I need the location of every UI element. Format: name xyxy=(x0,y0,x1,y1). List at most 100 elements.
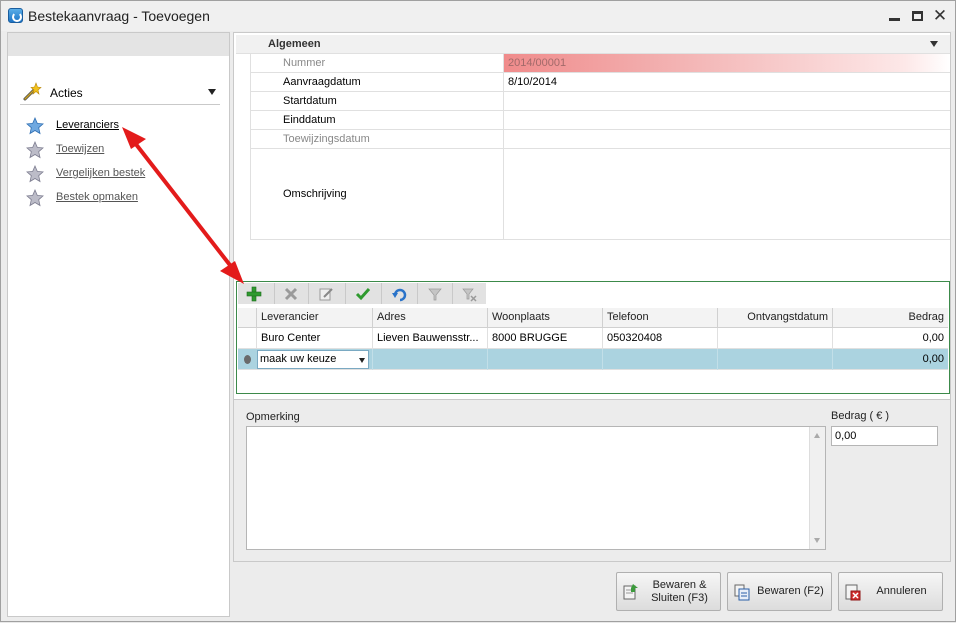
save-close-icon xyxy=(623,584,638,600)
remark-label: Opmerking xyxy=(246,411,300,423)
undo-icon xyxy=(392,288,407,302)
cell-adres[interactable] xyxy=(372,349,487,370)
star-icon xyxy=(26,189,44,207)
prop-label: Einddatum xyxy=(250,111,504,129)
scroll-up-icon[interactable] xyxy=(814,433,820,438)
app-icon xyxy=(8,8,23,23)
column-header-leverancier[interactable]: Leverancier xyxy=(256,308,372,328)
cell-leverancier[interactable]: Buro Center xyxy=(256,328,372,349)
close-button[interactable]: ✕ xyxy=(931,7,949,25)
row-edit-indicator-icon xyxy=(244,355,251,364)
einddatum-field[interactable] xyxy=(504,111,950,129)
filter-clear-icon xyxy=(462,288,477,302)
prop-row-einddatum[interactable]: Einddatum xyxy=(250,111,950,130)
acties-header[interactable]: Acties xyxy=(20,81,220,105)
action-label: Toewijzen xyxy=(56,143,105,155)
amount-label: Bedrag ( € ) xyxy=(831,410,890,422)
actions-panel: Acties Leveranciers Toewijzen Vergelijke… xyxy=(7,32,230,617)
delete-button[interactable] xyxy=(281,284,301,303)
cell-telefoon[interactable]: 050320408 xyxy=(602,328,717,349)
amount-input[interactable] xyxy=(831,426,938,446)
suppliers-toolbar xyxy=(238,283,486,304)
cell-ontvangstdatum[interactable] xyxy=(717,328,832,349)
cell-telefoon[interactable] xyxy=(602,349,717,370)
action-label: Bestek opmaken xyxy=(56,191,138,203)
column-header-bedrag[interactable]: Bedrag xyxy=(832,308,948,328)
cancel-button[interactable]: Annuleren xyxy=(838,572,943,611)
maximize-button[interactable] xyxy=(908,7,926,25)
table-row-editing[interactable]: maak uw keuze 0,00 xyxy=(238,349,948,370)
suppliers-table-header: Leverancier Adres Woonplaats Telefoon On… xyxy=(238,308,948,328)
prop-row-toewijzingsdatum: Toewijzingsdatum xyxy=(250,130,950,149)
edit-button[interactable] xyxy=(316,284,336,303)
add-button[interactable] xyxy=(244,284,264,303)
action-bestek-opmaken[interactable]: Bestek opmaken xyxy=(26,189,206,207)
minimize-icon xyxy=(888,18,900,21)
chevron-down-icon[interactable] xyxy=(208,89,216,95)
cancel-icon xyxy=(845,584,861,601)
prop-row-aanvraagdatum[interactable]: Aanvraagdatum 8/10/2014 xyxy=(250,73,950,92)
action-toewijzen[interactable]: Toewijzen xyxy=(26,141,206,159)
cancel-label: Annuleren xyxy=(876,585,927,597)
cell-adres[interactable]: Lieven Bauwensstr... xyxy=(372,328,487,349)
save-close-label: Bewaren & Sluiten (F3) xyxy=(651,578,708,604)
cell-bedrag[interactable]: 0,00 xyxy=(832,349,948,370)
combo-value: maak uw keuze xyxy=(260,353,337,365)
column-header-ontvangstdatum[interactable]: Ontvangstdatum xyxy=(717,308,832,328)
nummer-value: 2014/00001 xyxy=(504,54,950,72)
chevron-down-icon[interactable] xyxy=(359,358,365,363)
toewijzingsdatum-value xyxy=(504,130,950,148)
toolbar-separator xyxy=(417,283,418,304)
star-icon xyxy=(26,117,44,135)
acties-label: Acties xyxy=(50,86,83,100)
suppliers-section: Leverancier Adres Woonplaats Telefoon On… xyxy=(236,281,950,394)
remark-scrollbar[interactable] xyxy=(809,427,825,549)
magic-wand-icon xyxy=(23,82,42,101)
action-vergelijken-bestek[interactable]: Vergelijken bestek xyxy=(26,165,206,183)
cell-ontvangstdatum[interactable] xyxy=(717,349,832,370)
toolbar-separator xyxy=(381,283,382,304)
category-algemeen[interactable]: Algemeen xyxy=(236,35,950,54)
cell-woonplaats[interactable] xyxy=(487,349,602,370)
undo-button[interactable] xyxy=(389,284,409,303)
table-row[interactable]: Buro Center Lieven Bauwensstr... 8000 BR… xyxy=(238,328,948,349)
minimize-button[interactable] xyxy=(885,7,903,25)
prop-row-startdatum[interactable]: Startdatum xyxy=(250,92,950,111)
cell-bedrag[interactable]: 0,00 xyxy=(832,328,948,349)
remark-textarea[interactable] xyxy=(246,426,826,550)
delete-icon xyxy=(284,287,298,301)
cell-woonplaats[interactable]: 8000 BRUGGE xyxy=(487,328,602,349)
dialog-window: Bestekaanvraag - Toevoegen ✕ Acties Leve… xyxy=(0,0,956,622)
prop-label: Nummer xyxy=(250,54,504,72)
close-icon: ✕ xyxy=(932,6,948,25)
action-leveranciers[interactable]: Leveranciers xyxy=(26,117,206,135)
chevron-down-icon[interactable] xyxy=(930,41,938,47)
filter-icon xyxy=(428,288,442,301)
save-close-button[interactable]: Bewaren & Sluiten (F3) xyxy=(616,572,721,611)
window-title: Bestekaanvraag - Toevoegen xyxy=(28,8,210,24)
prop-row-omschrijving[interactable]: Omschrijving xyxy=(250,149,950,240)
filter-button[interactable] xyxy=(425,284,445,303)
scroll-down-icon[interactable] xyxy=(814,538,820,543)
aanvraagdatum-field[interactable]: 8/10/2014 xyxy=(504,73,950,91)
prop-row-nummer: Nummer 2014/00001 xyxy=(250,54,950,73)
toolbar-separator xyxy=(345,283,346,304)
leverancier-combo[interactable]: maak uw keuze xyxy=(257,350,369,369)
omschrijving-field[interactable] xyxy=(504,149,950,239)
startdatum-field[interactable] xyxy=(504,92,950,110)
column-header-woonplaats[interactable]: Woonplaats xyxy=(487,308,602,328)
checkmark-icon xyxy=(355,288,371,301)
remark-section: Opmerking Bedrag ( € ) xyxy=(233,399,951,562)
filter-clear-button[interactable] xyxy=(459,284,479,303)
save-button[interactable]: Bewaren (F2) xyxy=(727,572,832,611)
action-label: Leveranciers xyxy=(56,119,119,131)
toolbar-separator xyxy=(274,283,275,304)
action-label: Vergelijken bestek xyxy=(56,167,146,179)
actions-panel-top-strip xyxy=(8,33,229,56)
category-label: Algemeen xyxy=(268,38,321,50)
maximize-icon xyxy=(911,11,923,21)
column-header-telefoon[interactable]: Telefoon xyxy=(602,308,717,328)
column-header-adres[interactable]: Adres xyxy=(372,308,487,328)
confirm-button[interactable] xyxy=(353,284,373,303)
title-bar: Bestekaanvraag - Toevoegen ✕ xyxy=(1,1,955,31)
